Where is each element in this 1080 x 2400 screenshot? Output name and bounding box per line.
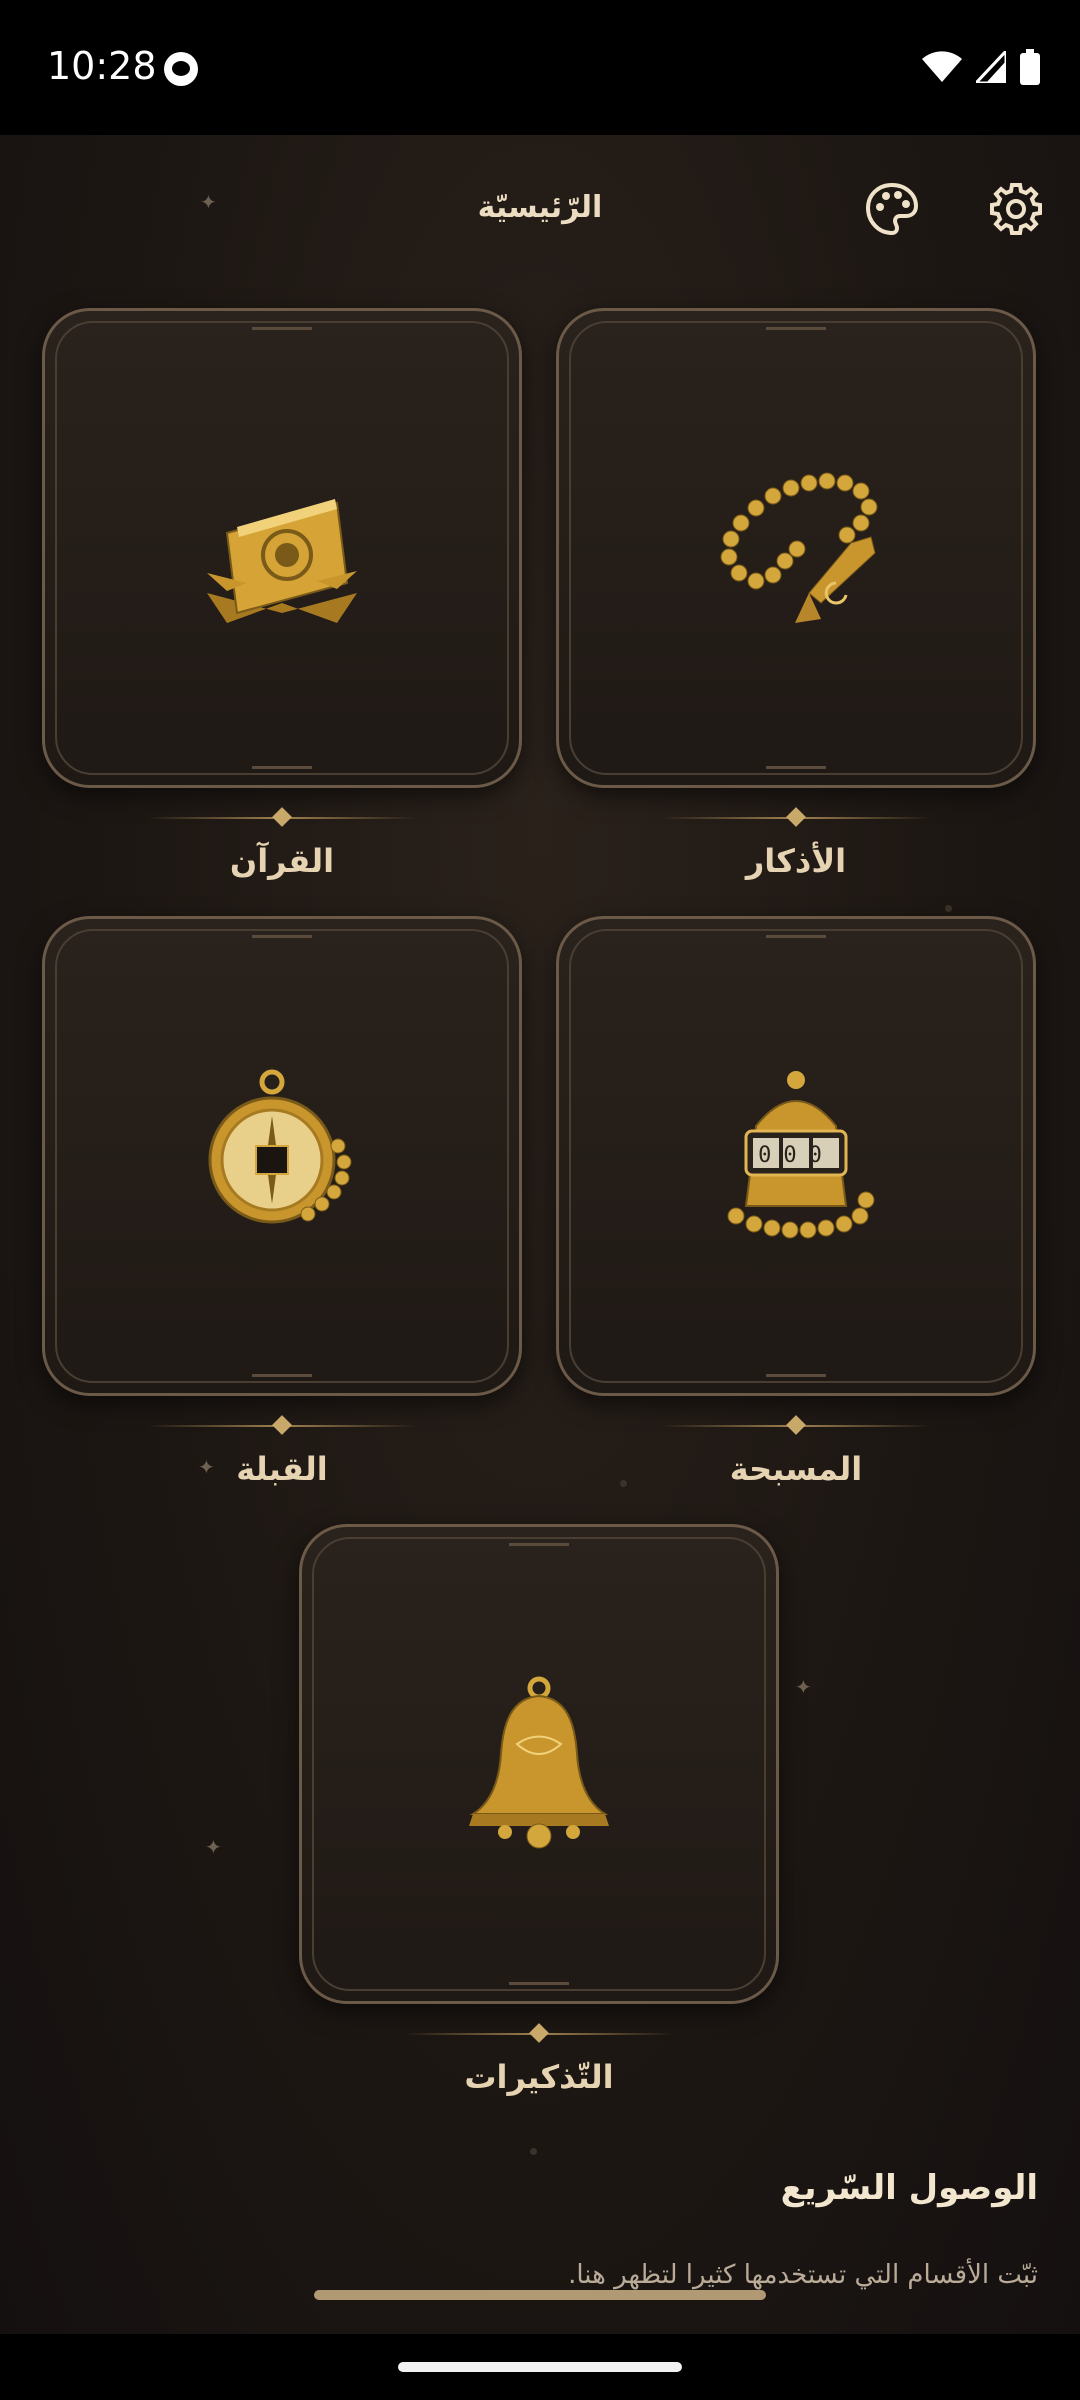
dot-decoration [530, 2148, 537, 2155]
tile-label-qibla: القبلة [236, 1450, 328, 1488]
status-time: 10:28 [47, 44, 157, 88]
qibla-compass-icon [208, 1069, 352, 1224]
tile-label-masbaha: المسبحة [729, 1450, 863, 1488]
quran-book-icon [207, 499, 357, 623]
counter-digits: 000 [758, 1143, 834, 1168]
theme-button[interactable] [860, 177, 924, 241]
sparkle-decoration: ✦ [205, 1835, 222, 1859]
tile-divider [661, 1415, 931, 1436]
signal-icon [976, 51, 1006, 83]
quick-access-subtitle: ثبّت الأقسام التي تستخدمها كثيرا لتظهر ه… [568, 2260, 1038, 2290]
tile-label-adhkar: الأذكار [745, 842, 847, 880]
dot-decoration [945, 905, 952, 912]
tile-label-reminders: التّذكيرات [464, 2058, 614, 2096]
settings-button[interactable] [984, 177, 1048, 241]
tile-quran[interactable] [42, 308, 522, 788]
tile-divider [661, 807, 931, 828]
top-app-bar: الرّئيسيّة [0, 135, 1080, 285]
notification-icon [164, 52, 198, 86]
quick-access-title: الوصول السّريع [780, 2168, 1038, 2208]
tile-reminders[interactable] [299, 1524, 779, 2004]
tile-qibla[interactable] [42, 916, 522, 1396]
bell-icon [469, 1676, 609, 1849]
tile-adhkar[interactable] [556, 308, 1036, 788]
status-bar: 10:28 [0, 0, 1080, 135]
tile-divider [147, 807, 417, 828]
sparkle-decoration: ✦ [795, 1675, 812, 1699]
tasbih-counter-icon: 000 [727, 1071, 875, 1239]
wifi-icon [922, 51, 962, 82]
tile-divider [404, 2023, 674, 2044]
palette-icon [865, 182, 919, 236]
tile-divider [147, 1415, 417, 1436]
battery-icon [1020, 49, 1040, 85]
scroll-indicator [314, 2290, 766, 2300]
prayer-beads-icon [720, 472, 878, 623]
gear-icon [990, 183, 1042, 235]
tile-masbaha[interactable]: 000 [556, 916, 1036, 1396]
tile-label-quran: القرآن [229, 842, 335, 880]
home-gesture-handle[interactable] [398, 2362, 682, 2372]
